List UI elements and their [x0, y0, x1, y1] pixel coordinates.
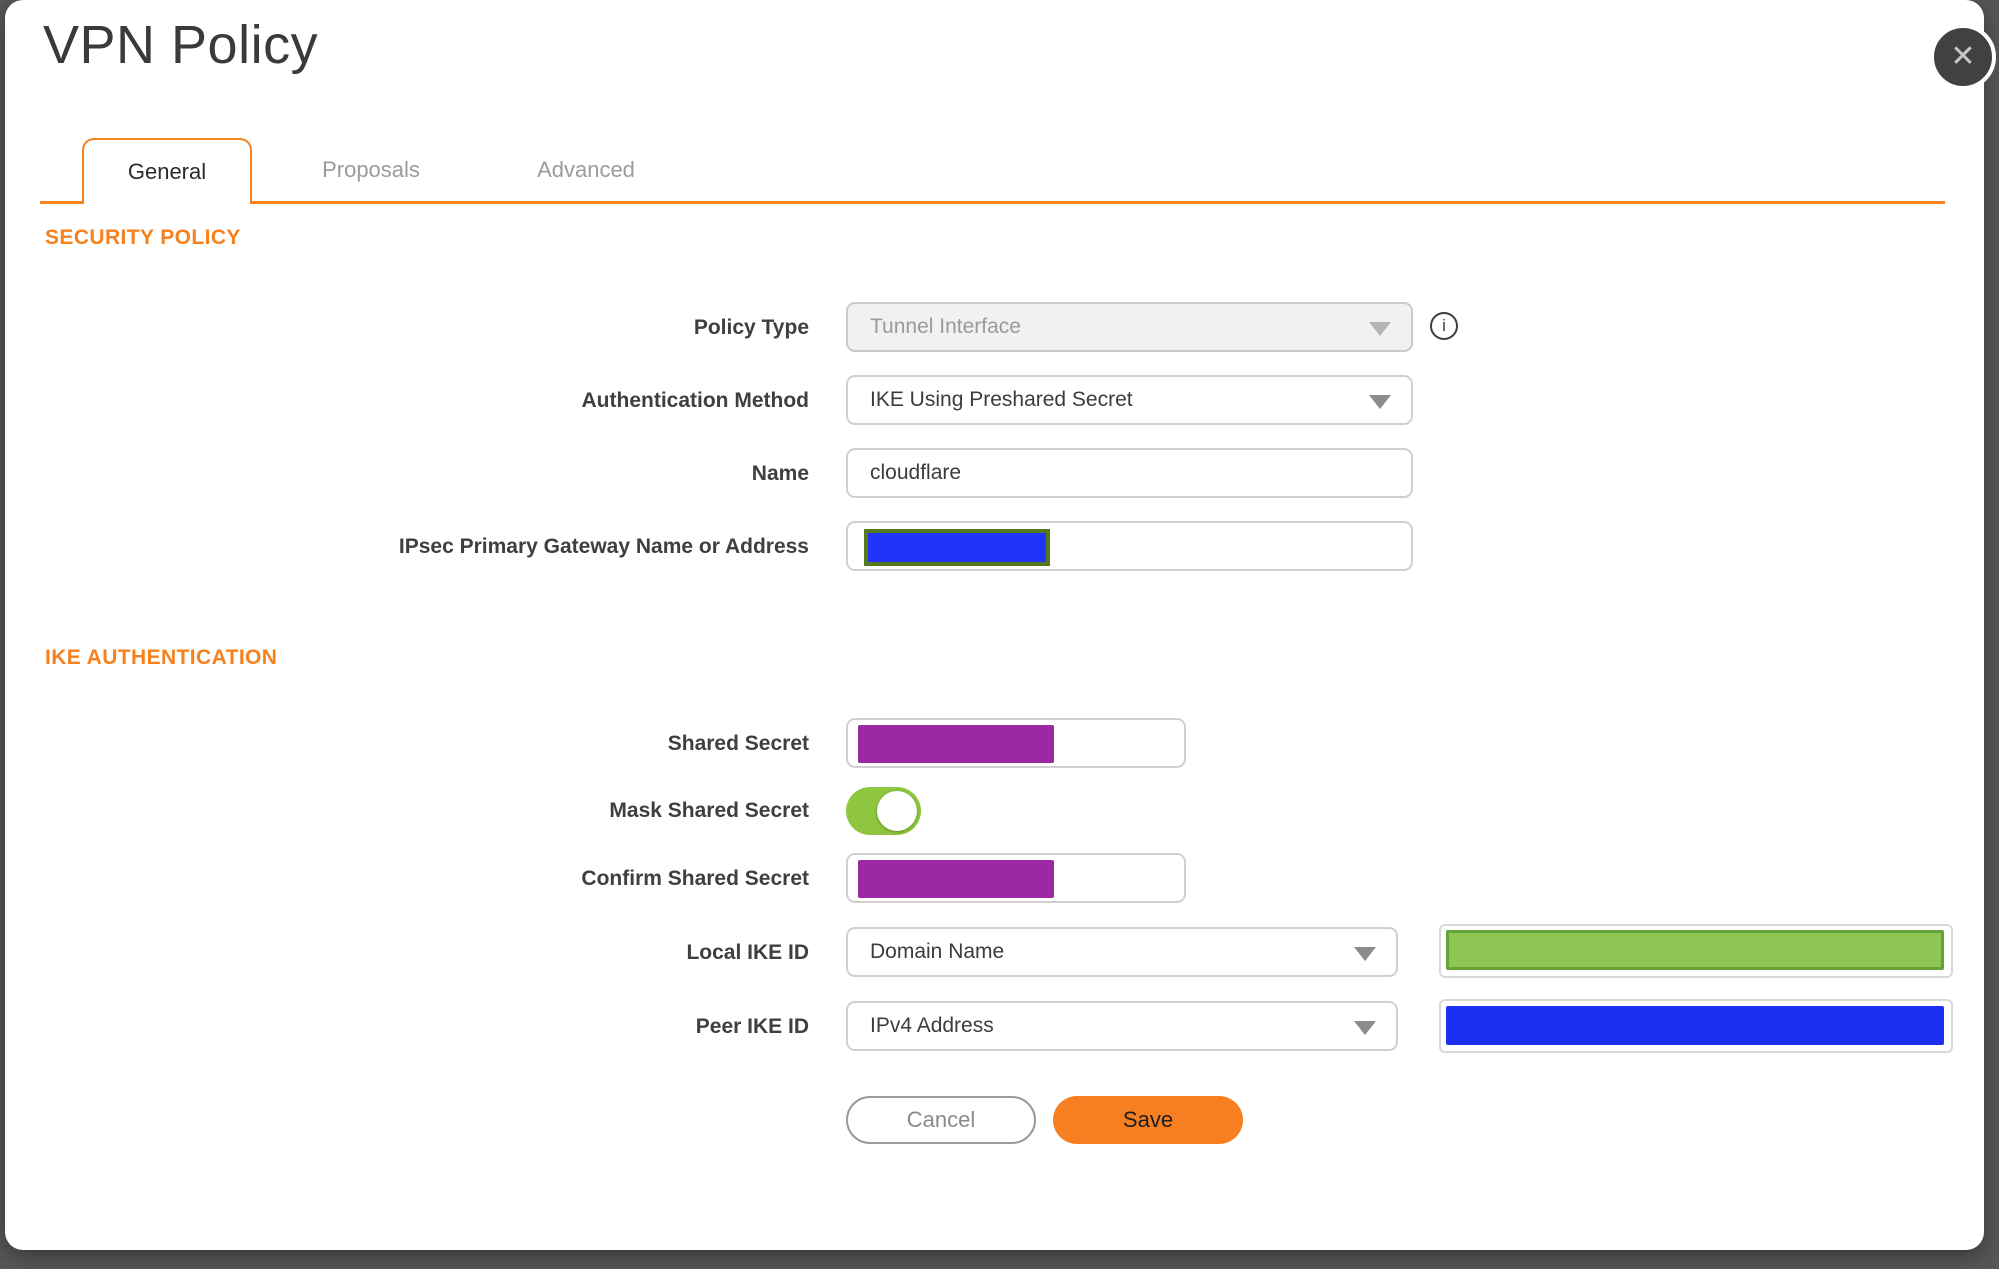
vpn-policy-dialog: VPN Policy ✕ General Proposals Advanced …	[5, 0, 1996, 1250]
tabs-underline	[40, 201, 1945, 204]
policy-type-value: Tunnel Interface	[870, 315, 1021, 338]
authentication-method-label: Authentication Method	[581, 389, 809, 412]
confirm-shared-secret-label: Confirm Shared Secret	[581, 867, 809, 890]
chevron-down-icon	[1354, 947, 1376, 961]
tab-advanced[interactable]: Advanced	[496, 138, 676, 202]
tab-general[interactable]: General	[82, 138, 252, 204]
name-label: Name	[751, 462, 809, 485]
cancel-button[interactable]: Cancel	[846, 1096, 1036, 1144]
chevron-down-icon	[1354, 1021, 1376, 1035]
authentication-method-select[interactable]: IKE Using Preshared Secret	[846, 375, 1413, 425]
confirm-shared-secret-input[interactable]	[846, 853, 1186, 903]
peer-ike-id-type-select[interactable]: IPv4 Address	[846, 1001, 1398, 1051]
redacted-gateway-value	[864, 529, 1050, 566]
section-heading-ike-authentication: IKE AUTHENTICATION	[45, 646, 278, 669]
gateway-input[interactable]	[846, 521, 1413, 571]
local-ike-id-label: Local IKE ID	[686, 941, 809, 964]
redacted-shared-secret	[858, 725, 1054, 763]
toggle-knob	[877, 791, 917, 831]
shared-secret-input[interactable]	[846, 718, 1186, 768]
section-heading-security-policy: SECURITY POLICY	[45, 226, 241, 249]
close-button[interactable]: ✕	[1930, 24, 1996, 90]
redacted-local-ike-id-value	[1446, 930, 1944, 970]
shared-secret-label: Shared Secret	[667, 732, 809, 755]
save-button[interactable]: Save	[1053, 1096, 1243, 1144]
redacted-peer-ike-id-value	[1446, 1006, 1944, 1045]
chevron-down-icon	[1369, 395, 1391, 409]
close-icon: ✕	[1950, 40, 1976, 73]
dialog-title: VPN Policy	[43, 15, 319, 75]
policy-type-select[interactable]: Tunnel Interface	[846, 302, 1413, 352]
local-ike-id-type-select[interactable]: Domain Name	[846, 927, 1398, 977]
redacted-confirm-shared-secret	[858, 860, 1054, 898]
chevron-down-icon	[1369, 322, 1391, 336]
gateway-label: IPsec Primary Gateway Name or Address	[398, 535, 809, 558]
mask-shared-secret-label: Mask Shared Secret	[609, 799, 809, 822]
local-ike-id-type-value: Domain Name	[870, 940, 1005, 963]
screen-backdrop: VPN Policy ✕ General Proposals Advanced …	[0, 0, 1999, 1269]
tab-proposals[interactable]: Proposals	[281, 138, 461, 202]
peer-ike-id-type-value: IPv4 Address	[870, 1014, 994, 1037]
info-icon[interactable]: i	[1430, 312, 1458, 340]
peer-ike-id-value-input[interactable]	[1439, 999, 1953, 1053]
peer-ike-id-label: Peer IKE ID	[695, 1015, 809, 1038]
mask-shared-secret-toggle[interactable]	[846, 787, 921, 835]
policy-type-label: Policy Type	[693, 316, 809, 339]
name-input[interactable]	[846, 448, 1413, 498]
authentication-method-value: IKE Using Preshared Secret	[870, 388, 1133, 411]
local-ike-id-value-input[interactable]	[1439, 924, 1953, 978]
